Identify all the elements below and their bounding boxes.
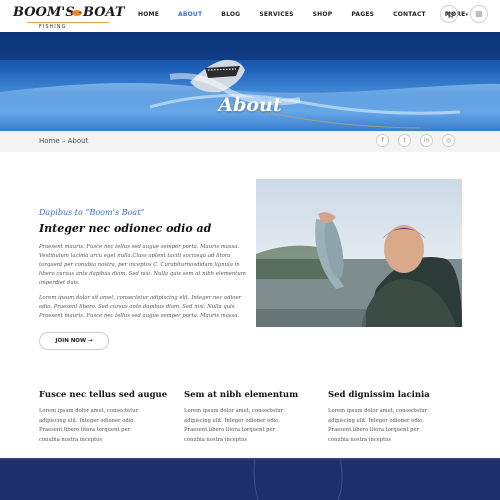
logo-text-right: BOAT: [83, 5, 125, 20]
breadcrumb-bar: Home – About f t in ◎: [0, 131, 500, 152]
main-nav: HOME ABOUT BLOG SERVICES SHOP PAGES CONT…: [138, 11, 487, 18]
about-heading: Integer nec odionec odio ad: [39, 222, 212, 235]
facebook-icon[interactable]: f: [376, 134, 389, 147]
linkedin-icon[interactable]: in: [420, 134, 433, 147]
footer-background-image: [0, 458, 500, 500]
instagram-icon[interactable]: ◎: [442, 134, 455, 147]
fish-icon: [70, 10, 82, 16]
nav-shop[interactable]: SHOP: [313, 11, 333, 18]
page-title: About: [218, 94, 282, 116]
chevron-down-icon: ▾: [465, 12, 469, 18]
about-paragraph-2: Lorem ipsum dolor sit amet, consectetur …: [39, 295, 242, 319]
site-logo[interactable]: BOOM'S BOAT FISHING: [13, 5, 125, 30]
nav-services[interactable]: SERVICES: [259, 11, 293, 18]
nav-home[interactable]: HOME: [138, 11, 159, 18]
logo-subtitle: FISHING: [27, 22, 109, 30]
cart-icon[interactable]: [440, 5, 458, 23]
hero-banner: About: [0, 32, 500, 131]
join-now-button[interactable]: JOIN NOW →: [39, 332, 109, 350]
twitter-icon[interactable]: t: [398, 134, 411, 147]
nav-blog[interactable]: BLOG: [221, 11, 240, 18]
nav-pages[interactable]: PAGES: [351, 11, 374, 18]
feature-text-2: Lorem ipsum dolor amet, consectetur adip…: [184, 408, 284, 443]
feature-title-1: Fusce nec tellus sed augue: [39, 390, 168, 400]
fisherman-photo: [256, 179, 462, 327]
about-pretitle: Dapibus to “Boom’s Boat”: [39, 208, 145, 217]
feature-title-2: Sem at nibh elementum: [184, 390, 299, 400]
logo-text-left: BOOM'S: [13, 5, 75, 20]
hero-shark-image: [0, 32, 500, 131]
feature-text-1: Lorem ipsum dolor amet, consectetur adip…: [39, 408, 139, 443]
feature-text-3: Lorem ipsum dolor amet, consectetur adip…: [328, 408, 428, 443]
nav-about[interactable]: ABOUT: [178, 11, 202, 18]
nav-contact[interactable]: CONTACT: [393, 11, 426, 18]
feature-title-3: Sed dignissim lacinia: [328, 390, 430, 400]
breadcrumb[interactable]: Home – About: [39, 137, 88, 145]
about-paragraph-1: Praesent mauris. Fusce nec tellus sed au…: [39, 244, 246, 286]
site-header: BOOM'S BOAT FISHING HOME ABOUT BLOG SERV…: [0, 0, 500, 32]
menu-icon[interactable]: [470, 5, 488, 23]
footer-banner: [0, 458, 500, 500]
